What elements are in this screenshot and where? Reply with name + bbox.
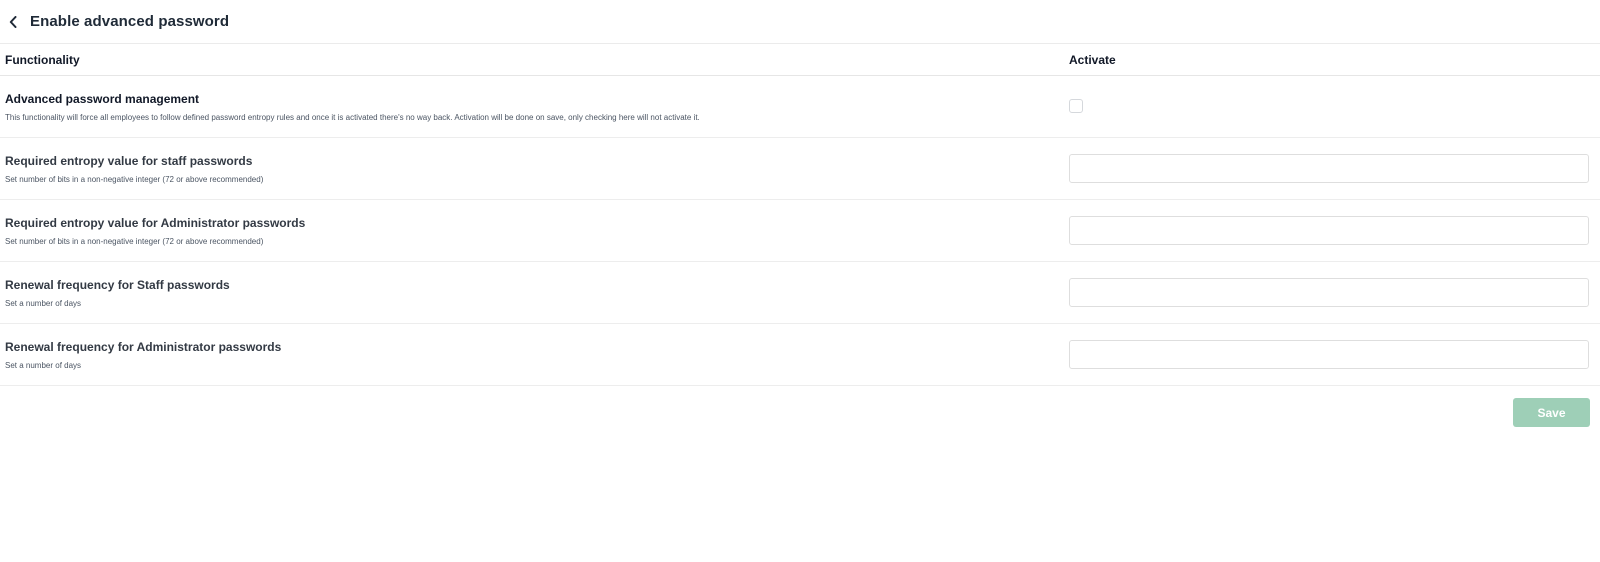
advanced-password-checkbox[interactable] [1069, 98, 1083, 113]
settings-table: Functionality Activate Advanced password… [0, 44, 1600, 386]
page-header: Enable advanced password [0, 0, 1600, 44]
row-info: Renewal frequency for Administrator pass… [0, 338, 1069, 371]
row-control [1069, 339, 1600, 369]
row-info: Required entropy value for staff passwor… [0, 152, 1069, 185]
table-row-staff-entropy: Required entropy value for staff passwor… [0, 138, 1600, 200]
row-description: Set a number of days [5, 361, 82, 370]
staff-renewal-input[interactable] [1069, 277, 1589, 307]
column-header-functionality: Functionality [5, 52, 80, 67]
row-description: This functionality will force all employ… [5, 113, 700, 122]
row-title: Required entropy value for Administrator… [5, 216, 306, 230]
table-row-staff-renewal: Renewal frequency for Staff passwords Se… [0, 262, 1600, 324]
row-info: Renewal frequency for Staff passwords Se… [0, 276, 1069, 309]
row-title: Renewal frequency for Administrator pass… [5, 340, 282, 354]
page-footer: Save [0, 386, 1600, 436]
table-header: Functionality Activate [0, 44, 1600, 76]
save-button[interactable]: Save [1513, 398, 1590, 427]
row-control [1069, 215, 1600, 245]
back-button[interactable] [4, 12, 22, 32]
row-title: Advanced password management [5, 92, 200, 106]
row-title: Required entropy value for staff passwor… [5, 154, 253, 168]
row-title: Renewal frequency for Staff passwords [5, 278, 230, 292]
staff-entropy-input[interactable] [1069, 153, 1589, 183]
row-description: Set a number of days [5, 299, 82, 308]
admin-entropy-input[interactable] [1069, 215, 1589, 245]
row-description: Set number of bits in a non-negative int… [5, 237, 264, 246]
row-control [1069, 277, 1600, 307]
chevron-left-icon [9, 15, 17, 28]
table-row-admin-renewal: Renewal frequency for Administrator pass… [0, 324, 1600, 386]
row-control [1069, 98, 1600, 113]
row-description: Set number of bits in a non-negative int… [5, 175, 264, 184]
table-row-advanced-password: Advanced password management This functi… [0, 76, 1600, 138]
column-header-activate: Activate [1069, 52, 1116, 67]
page-title: Enable advanced password [30, 13, 230, 30]
row-control [1069, 153, 1600, 183]
row-info: Required entropy value for Administrator… [0, 214, 1069, 247]
admin-renewal-input[interactable] [1069, 339, 1589, 369]
row-info: Advanced password management This functi… [0, 90, 1069, 123]
table-row-admin-entropy: Required entropy value for Administrator… [0, 200, 1600, 262]
